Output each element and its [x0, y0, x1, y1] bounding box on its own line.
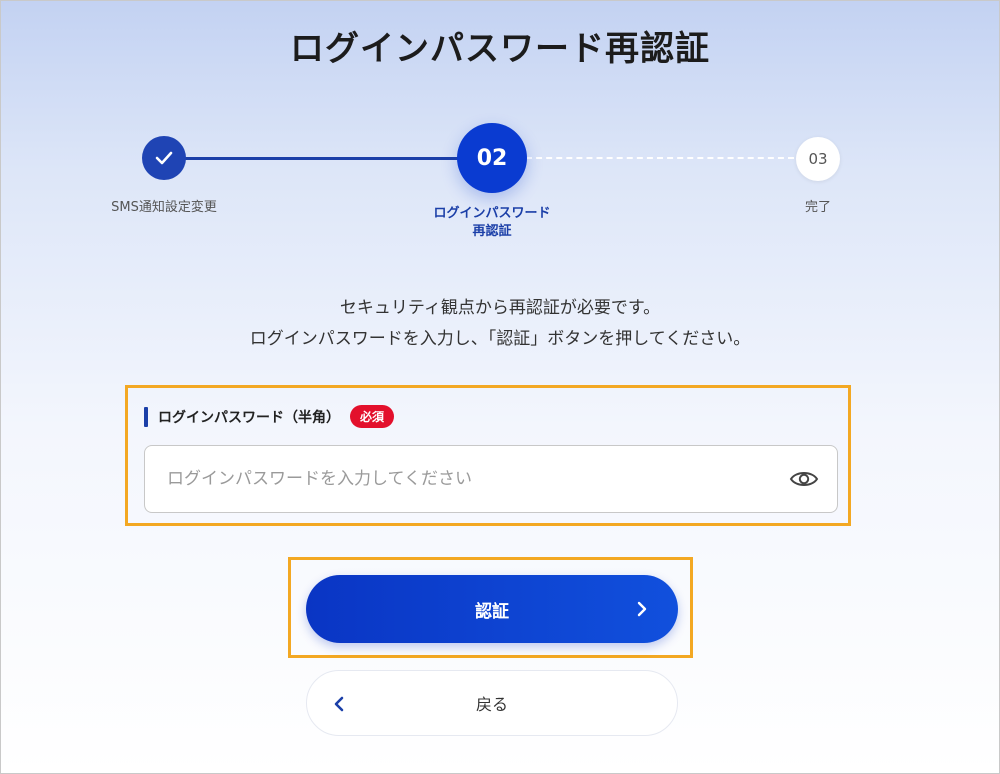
step-3-circle: 03	[796, 137, 840, 181]
chevron-left-icon	[334, 696, 344, 712]
instructions: セキュリティ観点から再認証が必要です。 ログインパスワードを入力し、「認証」ボタ…	[1, 293, 999, 355]
instructions-line-1: セキュリティ観点から再認証が必要です。	[339, 298, 661, 318]
authenticate-button-label: 認証	[475, 601, 509, 622]
step-2-circle: 02	[457, 123, 527, 193]
step-1-circle	[142, 136, 186, 180]
step-2-label: ログインパスワード 再認証	[433, 206, 551, 239]
check-icon	[155, 151, 173, 165]
step-3-label: 完了	[804, 200, 831, 215]
page-title: ログインパスワード再認証	[290, 29, 710, 69]
password-field-label: ログインパスワード（半角） 必須	[144, 405, 395, 428]
password-input[interactable]	[144, 445, 838, 513]
back-button[interactable]: 戻る	[306, 670, 678, 736]
eye-icon[interactable]	[789, 467, 819, 491]
chevron-right-icon	[637, 601, 647, 617]
step-1-label: SMS通知設定変更	[111, 200, 217, 215]
stepper-line-completed	[164, 157, 492, 160]
password-label-text: ログインパスワード（半角）	[158, 409, 340, 426]
authenticate-button[interactable]: 認証	[306, 575, 678, 643]
back-button-label: 戻る	[475, 695, 508, 714]
instructions-line-2: ログインパスワードを入力し、「認証」ボタンを押してください。	[249, 329, 751, 349]
required-badge: 必須	[350, 405, 395, 428]
stepper-line-upcoming	[526, 157, 794, 159]
page-frame: ログインパスワード再認証 02 03 SMS通知設定変更 ログインパスワード 再…	[0, 0, 1000, 774]
label-accent-bar	[144, 406, 148, 427]
